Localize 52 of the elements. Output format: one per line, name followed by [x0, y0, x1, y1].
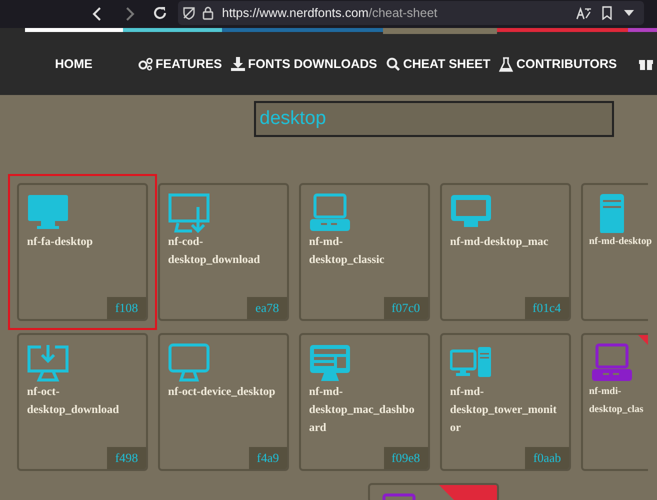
- search-field[interactable]: desktop: [254, 101, 614, 137]
- icon-name: nf-oct-device_desktop: [168, 385, 276, 400]
- icon-name: nf-md-desktop_mac: [450, 235, 550, 250]
- url-text: https://www.nerdfonts.com/cheat-sheet: [222, 4, 438, 22]
- icon-card[interactable]: nf-md-desktop_mac f01c4: [440, 183, 571, 321]
- shield-icon: [182, 6, 196, 20]
- nav-link[interactable]: FONTS DOWNLOADS: [230, 55, 378, 74]
- icon-card[interactable]: nf-md-desktop_tower_monitor f0aab: [440, 333, 571, 471]
- search-icon: [386, 57, 400, 72]
- icon-name: nf-oct-desktop_download: [27, 385, 120, 418]
- nav-link[interactable]: FEATURES: [138, 55, 222, 74]
- icon-name: nf-mdi-desktop_clas: [589, 385, 644, 417]
- codepoint-label: f4a9: [248, 447, 287, 469]
- codepoint-label: f108: [107, 297, 146, 319]
- computer-icon: [309, 193, 351, 233]
- computer-icon: [591, 343, 633, 383]
- computer-icon: [309, 343, 351, 383]
- icon-card[interactable]: nf-md-desktop_mac_dashboard f09e8: [299, 333, 430, 471]
- computer-icon: [27, 343, 69, 383]
- icon-name: nf-md-desktop_mac_dashboard: [309, 385, 416, 436]
- translate-icon[interactable]: [576, 6, 592, 20]
- icon-name: nf-md-desktop_classic: [309, 235, 386, 268]
- bookmark-icon[interactable]: [602, 6, 612, 20]
- forward-icon[interactable]: [124, 6, 136, 22]
- nav-link[interactable]: CHEAT SHEET: [386, 55, 490, 74]
- lock-icon: [202, 6, 214, 20]
- codepoint-label: ea78: [247, 297, 287, 319]
- computer-icon: [168, 193, 210, 233]
- icon-name: nf-md-desktop_tower_monitor: [450, 385, 558, 436]
- icon-card[interactable]: nf-oct-desktop_download f498: [17, 333, 148, 471]
- codepoint-label: f07c0: [384, 297, 428, 319]
- codepoint-label: f01c4: [524, 297, 569, 319]
- nav-link[interactable]: CONTRIBUTORS: [499, 55, 617, 74]
- codepoint-label: f09e8: [384, 447, 428, 469]
- nav-link[interactable]: HOME: [55, 55, 92, 74]
- icon-card[interactable]: nf-fa-desktop f108: [17, 183, 148, 321]
- codepoint-label: f0aab: [525, 447, 569, 469]
- icon-name: nf-fa-desktop: [27, 235, 94, 250]
- address-bar[interactable]: https://www.nerdfonts.com/cheat-sheet: [178, 1, 644, 25]
- computer-icon: [168, 343, 210, 383]
- icon-card[interactable]: nf-md-desktop_classic f07c0: [299, 183, 430, 321]
- icon-card[interactable]: nf-oct-device_desktop f4a9: [158, 333, 289, 471]
- reload-icon[interactable]: [152, 5, 168, 21]
- codepoint-label: f498: [107, 447, 146, 469]
- icon-card[interactable]: nf-cod-desktop_download ea78: [158, 183, 289, 321]
- download-icon: [230, 57, 245, 72]
- icon-name: nf-cod-desktop_download: [168, 235, 262, 268]
- flask-icon: [499, 56, 514, 72]
- gears-icon: [138, 57, 152, 72]
- dropdown-icon[interactable]: [624, 10, 634, 16]
- back-icon[interactable]: [91, 6, 103, 22]
- icon-card[interactable]: nf-mdi-desktop_clas: [581, 333, 648, 471]
